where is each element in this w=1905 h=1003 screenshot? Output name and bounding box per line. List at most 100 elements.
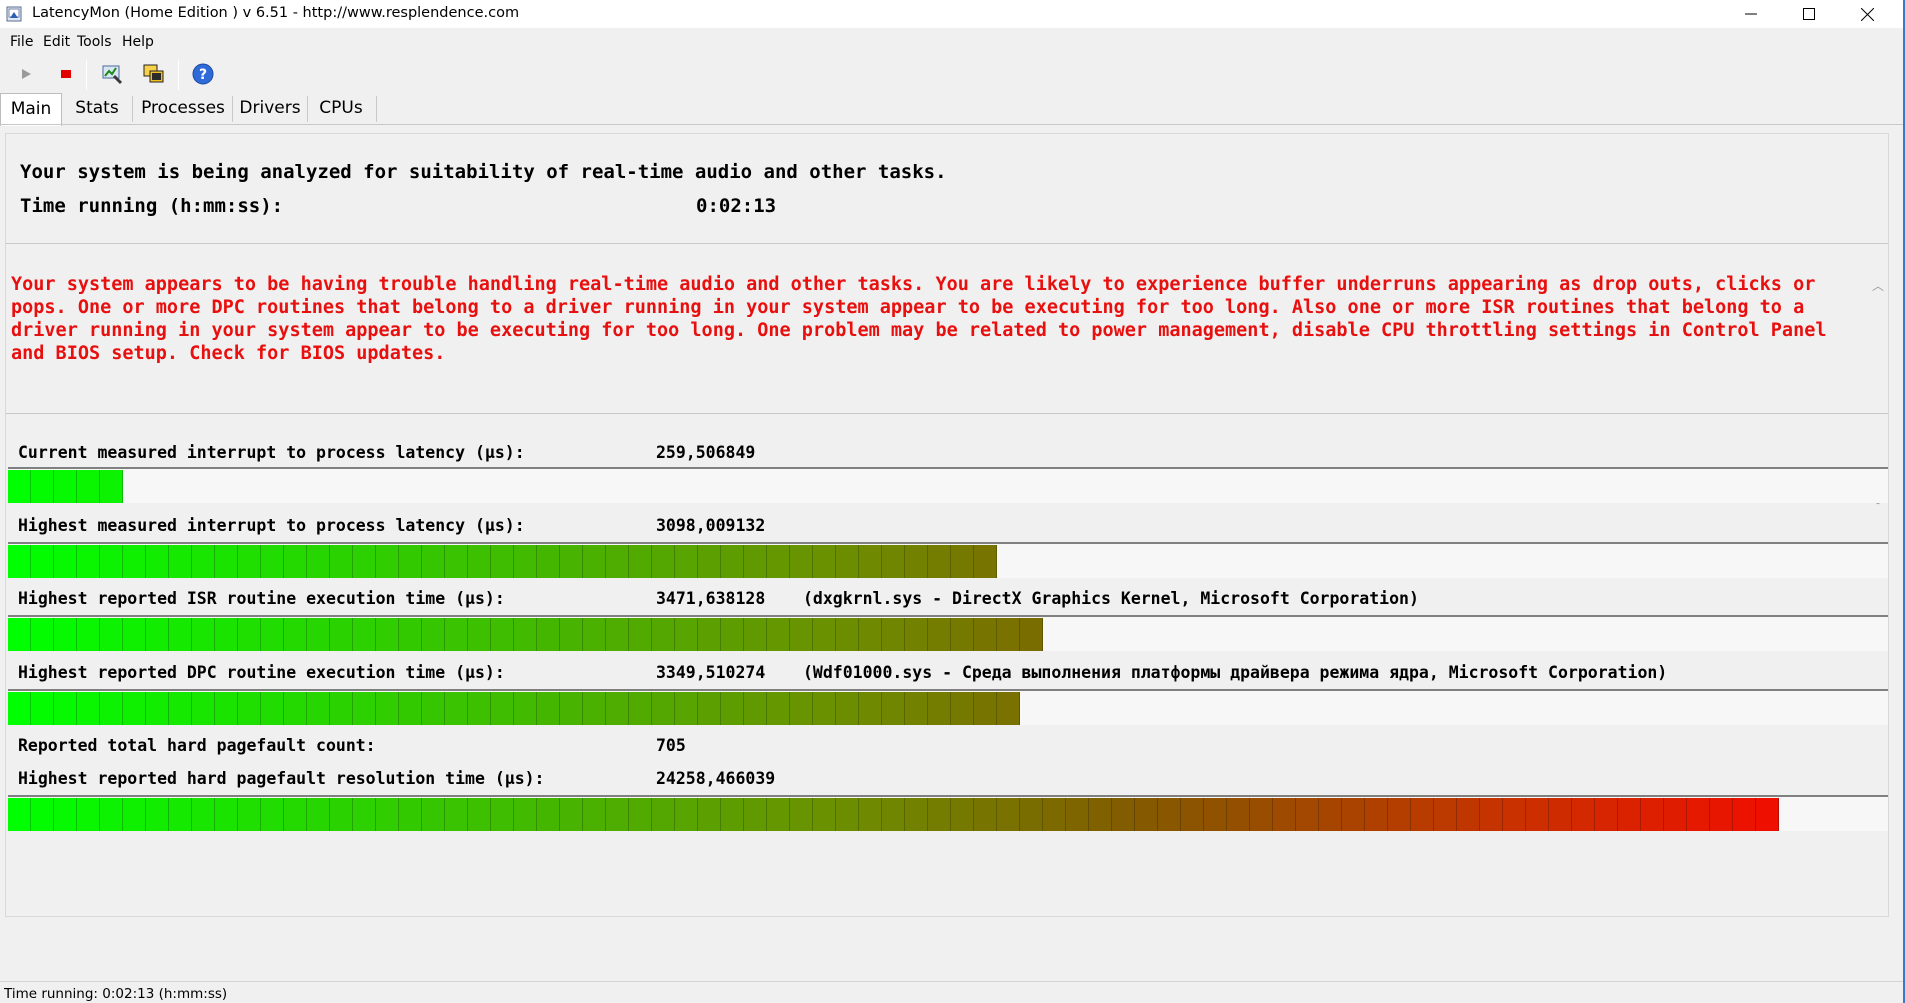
status-bar: Time running: 0:02:13 (h:mm:ss) [0, 981, 1905, 1003]
pagefault-time-bar-fill [8, 798, 1779, 831]
bar-segment [261, 798, 284, 831]
bar-segment [882, 545, 905, 578]
warning-box[interactable]: Your system appears to be having trouble… [6, 247, 1888, 513]
bar-segment [790, 618, 813, 651]
scroll-up-icon[interactable]: ︿ [1872, 277, 1884, 294]
bar-segment [905, 798, 928, 831]
menu-edit[interactable]: Edit [43, 34, 70, 50]
bar-segment [1020, 618, 1043, 651]
help-button[interactable]: ? [189, 60, 217, 88]
menu-file[interactable]: File [10, 34, 33, 50]
bar-segment [606, 618, 629, 651]
bar-segment [192, 798, 215, 831]
stop-button[interactable] [52, 60, 80, 88]
bar-segment [560, 545, 583, 578]
dpc-time-label: Highest reported DPC routine execution t… [18, 663, 505, 682]
isr-time-label: Highest reported ISR routine execution t… [18, 589, 505, 608]
bar-segment [146, 618, 169, 651]
bar-segment [353, 618, 376, 651]
bar-segment [376, 692, 399, 725]
bar-segment [123, 618, 146, 651]
bar-segment [468, 692, 491, 725]
time-running-value: 0:02:13 [696, 195, 777, 217]
bar-segment [652, 692, 675, 725]
bar-segment [77, 692, 100, 725]
highest-latency-label: Highest measured interrupt to process la… [18, 516, 525, 535]
menu-tools[interactable]: Tools [77, 34, 112, 50]
pagefault-time-bar [8, 795, 1888, 831]
bar-segment [445, 618, 468, 651]
bar-segment [445, 798, 468, 831]
bar-segment [905, 545, 928, 578]
bar-segment [261, 692, 284, 725]
bar-segment [123, 545, 146, 578]
bar-segment [31, 618, 54, 651]
tab-cpus[interactable]: CPUs [311, 93, 371, 124]
bar-segment [997, 692, 1020, 725]
isr-driver-info: (dxgkrnl.sys - DirectX Graphics Kernel, … [803, 589, 1419, 608]
bar-segment [698, 798, 721, 831]
bar-segment [629, 618, 652, 651]
bar-segment [169, 545, 192, 578]
toolbar: ? [0, 56, 220, 92]
bar-segment [399, 692, 422, 725]
tab-stats[interactable]: Stats [66, 93, 128, 124]
start-button[interactable] [12, 60, 40, 88]
close-button[interactable] [1838, 0, 1896, 28]
maximize-button[interactable] [1780, 0, 1838, 28]
bar-segment [537, 692, 560, 725]
tab-main[interactable]: Main [0, 93, 62, 126]
minimize-button[interactable] [1722, 0, 1780, 28]
bar-segment [997, 618, 1020, 651]
bar-segment [100, 618, 123, 651]
window-title: LatencyMon (Home Edition ) v 6.51 - http… [32, 5, 520, 21]
bar-segment [836, 618, 859, 651]
analyze-button[interactable] [98, 60, 126, 88]
bar-segment [974, 798, 997, 831]
bar-segment [77, 545, 100, 578]
windows-button[interactable] [140, 60, 168, 88]
bar-segment [698, 618, 721, 651]
bar-segment [192, 618, 215, 651]
bar-segment [1204, 798, 1227, 831]
bar-segment [905, 618, 928, 651]
bar-segment [721, 692, 744, 725]
bar-segment [859, 618, 882, 651]
bar-segment [1319, 798, 1342, 831]
tab-separator [307, 96, 308, 122]
bar-segment [8, 545, 31, 578]
bar-segment [353, 798, 376, 831]
bar-segment [123, 692, 146, 725]
menu-bar: File Edit Tools Help [0, 30, 1905, 54]
bar-segment [8, 692, 31, 725]
bar-segment [1388, 798, 1411, 831]
bar-segment [514, 692, 537, 725]
bar-segment [675, 618, 698, 651]
pagefault-count-label: Reported total hard pagefault count: [18, 736, 376, 755]
bar-segment [767, 618, 790, 651]
tab-drivers[interactable]: Drivers [236, 93, 304, 124]
bar-segment [330, 692, 353, 725]
bar-segment [1365, 798, 1388, 831]
bar-segment [767, 545, 790, 578]
bar-segment [1250, 798, 1273, 831]
bar-segment [514, 798, 537, 831]
bar-segment [790, 798, 813, 831]
bar-segment [1434, 798, 1457, 831]
bar-segment [376, 798, 399, 831]
bar-segment [1457, 798, 1480, 831]
isr-time-bar [8, 615, 1888, 651]
bar-segment [813, 618, 836, 651]
bar-segment [1158, 798, 1181, 831]
bar-segment [836, 545, 859, 578]
bar-segment [399, 798, 422, 831]
bar-segment [330, 545, 353, 578]
bar-segment [951, 618, 974, 651]
bar-segment [1020, 798, 1043, 831]
bar-segment [1503, 798, 1526, 831]
menu-help[interactable]: Help [122, 34, 154, 50]
tab-processes[interactable]: Processes [136, 93, 230, 124]
bar-segment [261, 618, 284, 651]
bar-segment [997, 798, 1020, 831]
bar-segment [169, 618, 192, 651]
